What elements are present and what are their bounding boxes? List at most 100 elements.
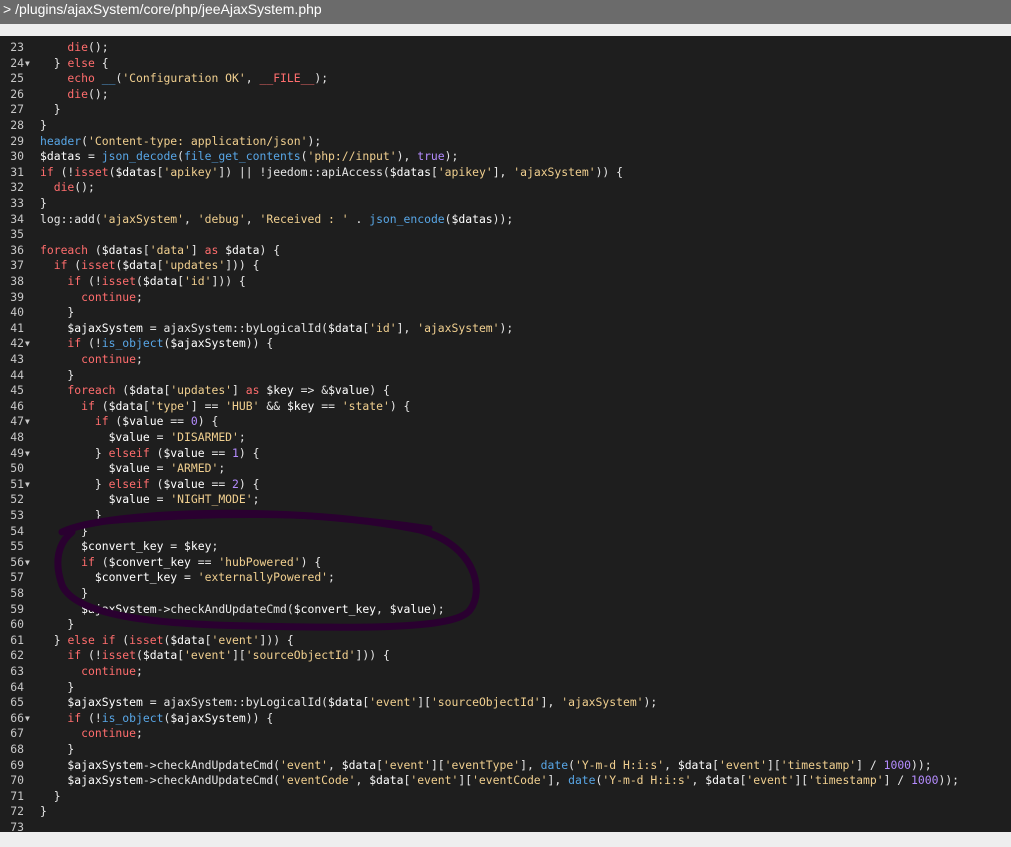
code-line[interactable]: 66 ▼ if (!is_object($ajaxSystem)) { — [0, 711, 1011, 727]
line-number: 70 — [10, 773, 24, 788]
code-line[interactable]: 60 } — [0, 617, 1011, 633]
code-line[interactable]: 52 $value = 'NIGHT_MODE'; — [0, 492, 1011, 508]
code-text: $value = 'NIGHT_MODE'; — [40, 492, 260, 508]
code-line[interactable]: 63 continue; — [0, 664, 1011, 680]
code-token: date — [568, 773, 596, 788]
code-line[interactable]: 57 $convert_key = 'externallyPowered'; — [0, 570, 1011, 586]
code-token: ( — [177, 149, 185, 164]
code-line[interactable]: 35 — [0, 227, 1011, 243]
code-token: } — [40, 679, 75, 694]
code-line[interactable]: 39 continue; — [0, 290, 1011, 306]
code-line[interactable]: 30 $datas = json_decode(file_get_contents… — [0, 149, 1011, 165]
code-line[interactable]: 28} — [0, 118, 1011, 134]
code-token: $key — [266, 383, 294, 398]
code-line[interactable]: 44 } — [0, 368, 1011, 384]
code-token: continue — [40, 352, 137, 366]
code-line[interactable]: 47 ▼ if ($value == 0) { — [0, 414, 1011, 430]
code-line[interactable]: 36 foreach ($datas['data'] as $data) { — [0, 243, 1011, 259]
code-line[interactable]: 34 log::add('ajaxSystem', 'debug', 'Recei… — [0, 212, 1011, 228]
line-number: 28 — [10, 118, 24, 132]
code-line[interactable]: 23 die(); — [0, 40, 1011, 56]
fold-arrow-icon[interactable]: ▼ — [25, 446, 35, 462]
code-line[interactable]: 53 } — [0, 508, 1011, 524]
code-token: 1 — [232, 445, 239, 460]
fold-arrow-icon[interactable]: ▼ — [25, 414, 35, 430]
code-line[interactable]: 38 if (!isset($data['id'])) { — [0, 274, 1011, 290]
code-line[interactable]: 70 $ajaxSystem->checkAndUpdateCmd('event… — [0, 773, 1011, 789]
line-number: 41 — [10, 320, 24, 335]
code-line[interactable]: 41 $ajaxSystem = ajaxSystem::byLogicalId… — [0, 321, 1011, 337]
code-token: , — [328, 757, 342, 772]
code-token: ); — [314, 71, 329, 86]
code-line[interactable]: 59 $ajaxSystem->checkAndUpdateCmd($conve… — [0, 602, 1011, 618]
code-token: 'event' — [382, 757, 431, 772]
code-line[interactable]: 32 die(); — [0, 180, 1011, 196]
code-line[interactable]: 42 ▼ if (!is_object($ajaxSystem)) { — [0, 336, 1011, 352]
code-line[interactable]: 31 if (!isset($datas['apikey']) || !jeedo… — [0, 165, 1011, 181]
code-token: ( — [67, 258, 82, 273]
line-number: 29 — [10, 133, 24, 148]
code-token: ] — [190, 242, 205, 257]
code-line[interactable]: 45 foreach ($data['updates'] as $key => … — [0, 383, 1011, 399]
code-line[interactable]: 25 echo __('Configuration OK', __FILE__)… — [0, 71, 1011, 87]
code-line[interactable]: 64 } — [0, 680, 1011, 696]
fold-arrow-icon[interactable]: ▼ — [25, 477, 35, 493]
code-line[interactable]: 33} — [0, 196, 1011, 212]
line-number: 25 — [10, 71, 24, 86]
code-token: [ — [142, 398, 150, 413]
fold-arrow-icon[interactable]: ▼ — [25, 711, 35, 727]
code-token: [ — [376, 757, 383, 772]
code-token: ])) { — [355, 648, 390, 663]
code-token: ]) || !jeedom::apiAccess( — [218, 164, 390, 179]
code-token: $data — [122, 258, 157, 273]
code-line[interactable]: 69 $ajaxSystem->checkAndUpdateCmd('event… — [0, 758, 1011, 774]
code-token: 'NIGHT_MODE' — [170, 492, 253, 507]
code-token: $convert_key — [40, 539, 164, 554]
code-token: json_decode — [101, 149, 178, 164]
code-line[interactable]: 61 } else if (isset($data['event'])) { — [0, 633, 1011, 649]
code-line[interactable]: 51 ▼ } elseif ($value == 2) { — [0, 477, 1011, 493]
code-line[interactable]: 48 $value = 'DISARMED'; — [0, 430, 1011, 446]
code-line[interactable]: 73 — [0, 820, 1011, 832]
code-line[interactable]: 37 if (isset($data['updates'])) { — [0, 258, 1011, 274]
code-token: (! — [53, 164, 75, 179]
code-token: } — [40, 367, 75, 382]
code-line[interactable]: 46 if ($data['type'] == 'HUB' && $key ==… — [0, 399, 1011, 415]
code-line[interactable]: 71 } — [0, 789, 1011, 805]
code-token: if — [40, 648, 82, 663]
code-token: ->checkAndUpdateCmd( — [142, 757, 281, 772]
code-editor[interactable]: 23 die(); 24 ▼ } else {25 echo __('Configu… — [0, 36, 1011, 832]
fold-arrow-icon[interactable]: ▼ — [25, 56, 35, 72]
code-line[interactable]: 62 if (!isset($data['event']['sourceObje… — [0, 648, 1011, 664]
code-line[interactable]: 68 } — [0, 742, 1011, 758]
code-line[interactable]: 50 $value = 'ARMED'; — [0, 461, 1011, 477]
line-number: 47 — [10, 414, 24, 429]
code-line[interactable]: 54 } — [0, 524, 1011, 540]
code-line[interactable]: 29 header('Content-type: application/json… — [0, 134, 1011, 150]
code-line[interactable]: 55 $convert_key = $key; — [0, 539, 1011, 555]
code-token: ; — [252, 492, 260, 507]
code-token: } — [40, 804, 47, 819]
code-token: $convert_key — [40, 570, 178, 585]
code-line[interactable]: 40 } — [0, 305, 1011, 321]
code-token: = — [149, 430, 171, 444]
code-line[interactable]: 67 continue; — [0, 726, 1011, 742]
fold-arrow-icon[interactable]: ▼ — [25, 336, 35, 352]
code-line[interactable]: 49 ▼ } elseif ($value == 1) { — [0, 446, 1011, 462]
code-line[interactable]: 65 $ajaxSystem = ajaxSystem::byLogicalId… — [0, 695, 1011, 711]
code-text: log::add('ajaxSystem', 'debug', 'Receive… — [40, 212, 513, 228]
code-line[interactable]: 26 die(); — [0, 87, 1011, 103]
code-token: $data — [705, 773, 740, 788]
code-line[interactable]: 24 ▼ } else { — [0, 56, 1011, 72]
code-token: } — [40, 118, 47, 132]
code-line[interactable]: 72} — [0, 804, 1011, 820]
code-line[interactable]: 43 continue; — [0, 352, 1011, 368]
code-token: } — [40, 445, 109, 460]
line-number: 36 — [10, 242, 24, 257]
code-line[interactable]: 58 } — [0, 586, 1011, 602]
code-line[interactable]: 56 ▼ if ($convert_key == 'hubPowered') { — [0, 555, 1011, 571]
code-line[interactable]: 27 } — [0, 102, 1011, 118]
code-token: == — [204, 476, 233, 491]
fold-arrow-icon[interactable]: ▼ — [25, 555, 35, 571]
code-token: is_object — [101, 710, 164, 725]
